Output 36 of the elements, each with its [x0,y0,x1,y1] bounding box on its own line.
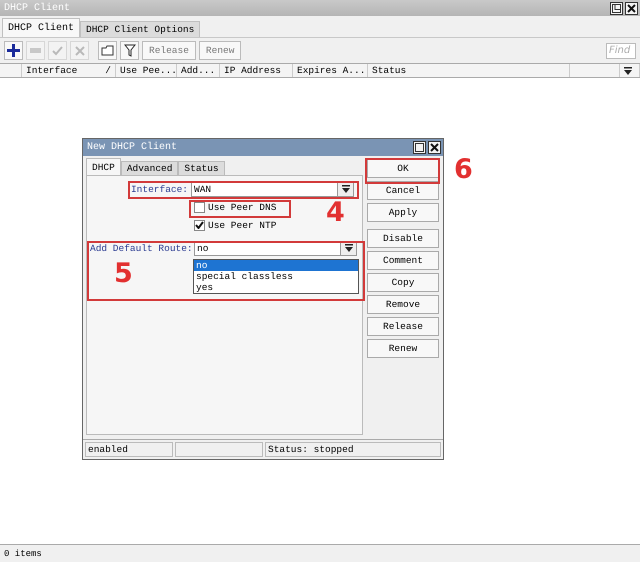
checkbox-label: Use Peer DNS [208,202,276,212]
tab[interactable]: Advanced [120,161,178,175]
tab[interactable]: DHCP Client Options [80,21,200,37]
column-header[interactable]: Add... [177,64,220,77]
find-field[interactable]: Find [606,42,636,58]
column-header[interactable]: IP Address [220,64,293,77]
dialog-button[interactable]: Copy [367,273,439,292]
dialog-button[interactable]: Release [367,317,439,336]
tab[interactable]: Status [178,161,225,175]
dialog-button[interactable]: Renew [367,339,439,358]
window-title: DHCP Client [4,2,70,14]
sort-indicator: / [105,65,111,76]
field-label: Add Default Route: [89,242,194,254]
status-cell: enabled [85,442,173,457]
dialog-button[interactable]: Disable [367,229,439,248]
item-count: 0 items [4,548,42,558]
dialog-title: New DHCP Client [87,142,178,153]
toolbar-button[interactable]: Release [142,41,196,60]
dialog-button[interactable]: Apply [367,203,439,222]
step-number: 6 [454,156,473,184]
step-number: 4 [326,199,345,227]
dropdown-option[interactable]: no [194,260,358,271]
column-header[interactable]: Use Pee... [116,64,177,77]
step-number: 5 [114,260,133,288]
dialog-button[interactable]: Remove [367,295,439,314]
field-label: Interface: [130,184,189,194]
dialog-button[interactable]: Comment [367,251,439,270]
tab[interactable]: DHCP [86,158,121,175]
status-cell: Status: stopped [265,442,441,457]
column-header[interactable]: Status [368,64,570,77]
column-header[interactable]: Interface / [22,64,116,77]
dialog-button[interactable]: OK [367,159,439,178]
checkbox-label: Use Peer NTP [208,220,276,230]
tab[interactable]: DHCP Client [2,18,80,37]
toolbar-button[interactable]: Renew [198,41,242,60]
column-header[interactable]: Expires A... [293,64,368,77]
